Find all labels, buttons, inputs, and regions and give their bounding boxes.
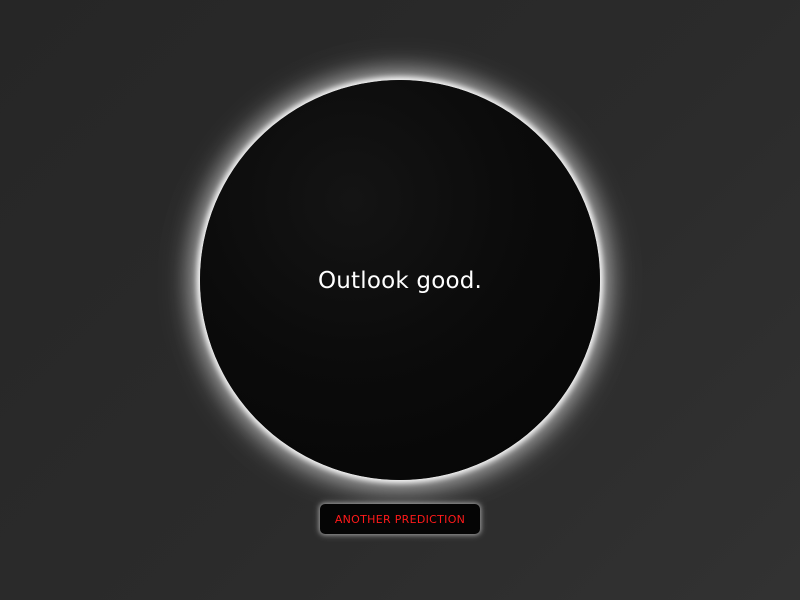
magic-8-ball-orb: Outlook good. <box>200 80 600 480</box>
another-prediction-button[interactable]: ANOTHER PREDICTION <box>320 504 480 534</box>
prediction-text: Outlook good. <box>317 268 483 294</box>
